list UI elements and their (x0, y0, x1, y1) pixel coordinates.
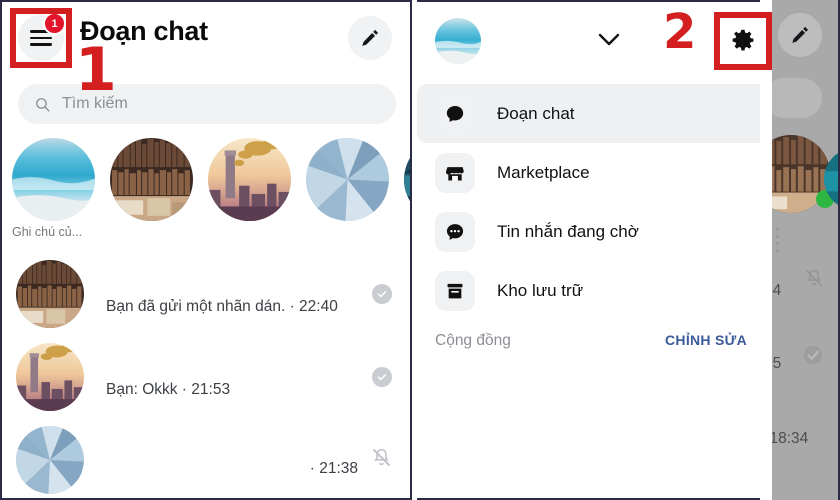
background-timestamp: 25 (772, 355, 782, 372)
dimmed-background-chat-list: 34 25 · 18:34 (772, 0, 838, 500)
seen-check-icon (372, 366, 392, 387)
background-search-bar (772, 78, 822, 118)
background-timestamp: 34 (772, 282, 782, 299)
chat-bubble-icon (435, 93, 475, 134)
chat-status (372, 283, 392, 304)
gear-icon (732, 29, 754, 51)
community-edit-button[interactable]: CHỈNH SỬA (665, 332, 747, 348)
chat-list-item[interactable]: Bạn đã gửi một nhãn dán. · 22:40 (2, 252, 410, 335)
chat-preview: Bạn đã gửi một nhãn dán. · 22:40 (84, 272, 410, 316)
annotation-box-step1 (10, 8, 72, 68)
muted-bell-icon (804, 268, 824, 293)
chat-avatar-glass-building (16, 425, 84, 494)
community-label: Cộng đồng (435, 332, 511, 349)
menu-item-chats[interactable]: Đoạn chat (417, 84, 783, 143)
story-item[interactable] (404, 138, 410, 250)
menu-item-label: Kho lưu trữ (497, 280, 584, 300)
story-item[interactable] (306, 138, 389, 250)
pencil-compose-icon (792, 26, 809, 43)
background-compose-button[interactable] (778, 13, 822, 57)
story-item[interactable]: Ghi chú củ... (12, 138, 95, 250)
pencil-compose-icon (362, 29, 379, 46)
story-avatar-beach (12, 138, 95, 221)
story-item[interactable] (208, 138, 291, 250)
chat-status (372, 366, 392, 387)
right-panel-header: 2 (417, 2, 772, 80)
chat-avatar-city (16, 342, 84, 411)
chevron-down-icon (598, 33, 620, 46)
profile-dropdown-button[interactable] (597, 32, 621, 53)
drawer-menu-list: Đoạn chat Marketplace Tin nhắn đang chờ … (417, 84, 783, 320)
chat-avatar-bookshelf (16, 259, 84, 328)
background-timestamp: · 18:34 (772, 430, 809, 447)
muted-bell-icon (373, 448, 390, 466)
archive-box-icon (435, 270, 475, 311)
chat-status (371, 447, 392, 473)
annotation-number-step2: 2 (663, 4, 697, 60)
chat-list-item[interactable]: · 21:38 (2, 418, 410, 498)
marketplace-store-icon (435, 152, 475, 193)
story-label: Ghi chú củ... (12, 225, 83, 239)
background-kebab-menu-icon (776, 228, 779, 252)
menu-item-label: Tin nhắn đang chờ (497, 221, 639, 241)
story-avatar-bookshelf (110, 138, 193, 221)
seen-check-icon (372, 283, 392, 304)
chat-snippet-text: Bạn đã gửi một nhãn dán. · 22:40 (106, 297, 338, 315)
profile-avatar[interactable] (435, 18, 481, 64)
search-icon (36, 97, 50, 112)
chat-list: Bạn đã gửi một nhãn dán. · 22:40 Bạn: Ok… (2, 252, 410, 498)
compose-button[interactable] (348, 16, 392, 60)
chat-list-item[interactable]: Bạn: Okkk · 21:53 (2, 335, 410, 418)
stories-strip[interactable]: Ghi chú củ... (2, 138, 410, 250)
chat-snippet-text: Bạn: Okkk · 21:53 (106, 380, 231, 398)
screenshot-root: 1 Đoạn chat Tìm kiếm Ghi chú củ... Bạn đ… (0, 0, 840, 500)
left-panel-messenger-chats: 1 Đoạn chat Tìm kiếm Ghi chú củ... Bạn đ… (0, 0, 412, 500)
chat-snippet-text: · 21:38 (309, 460, 358, 478)
menu-item-label: Đoạn chat (497, 103, 575, 123)
seen-check-icon (802, 344, 824, 371)
story-avatar-landscape (404, 138, 410, 221)
settings-button[interactable] (714, 12, 772, 70)
story-avatar-glass-building (306, 138, 389, 221)
menu-item-message-requests[interactable]: Tin nhắn đang chờ (417, 202, 769, 261)
chat-preview: Bạn: Okkk · 21:53 (84, 355, 410, 399)
menu-item-label: Marketplace (497, 162, 590, 182)
message-requests-icon (435, 211, 475, 252)
story-avatar-city (208, 138, 291, 221)
story-item[interactable] (110, 138, 193, 250)
annotation-number-step1: 1 (75, 35, 117, 105)
menu-item-marketplace[interactable]: Marketplace (417, 143, 769, 202)
community-section: Cộng đồng CHỈNH SỬA (417, 324, 769, 384)
menu-item-archive[interactable]: Kho lưu trữ (417, 261, 769, 320)
